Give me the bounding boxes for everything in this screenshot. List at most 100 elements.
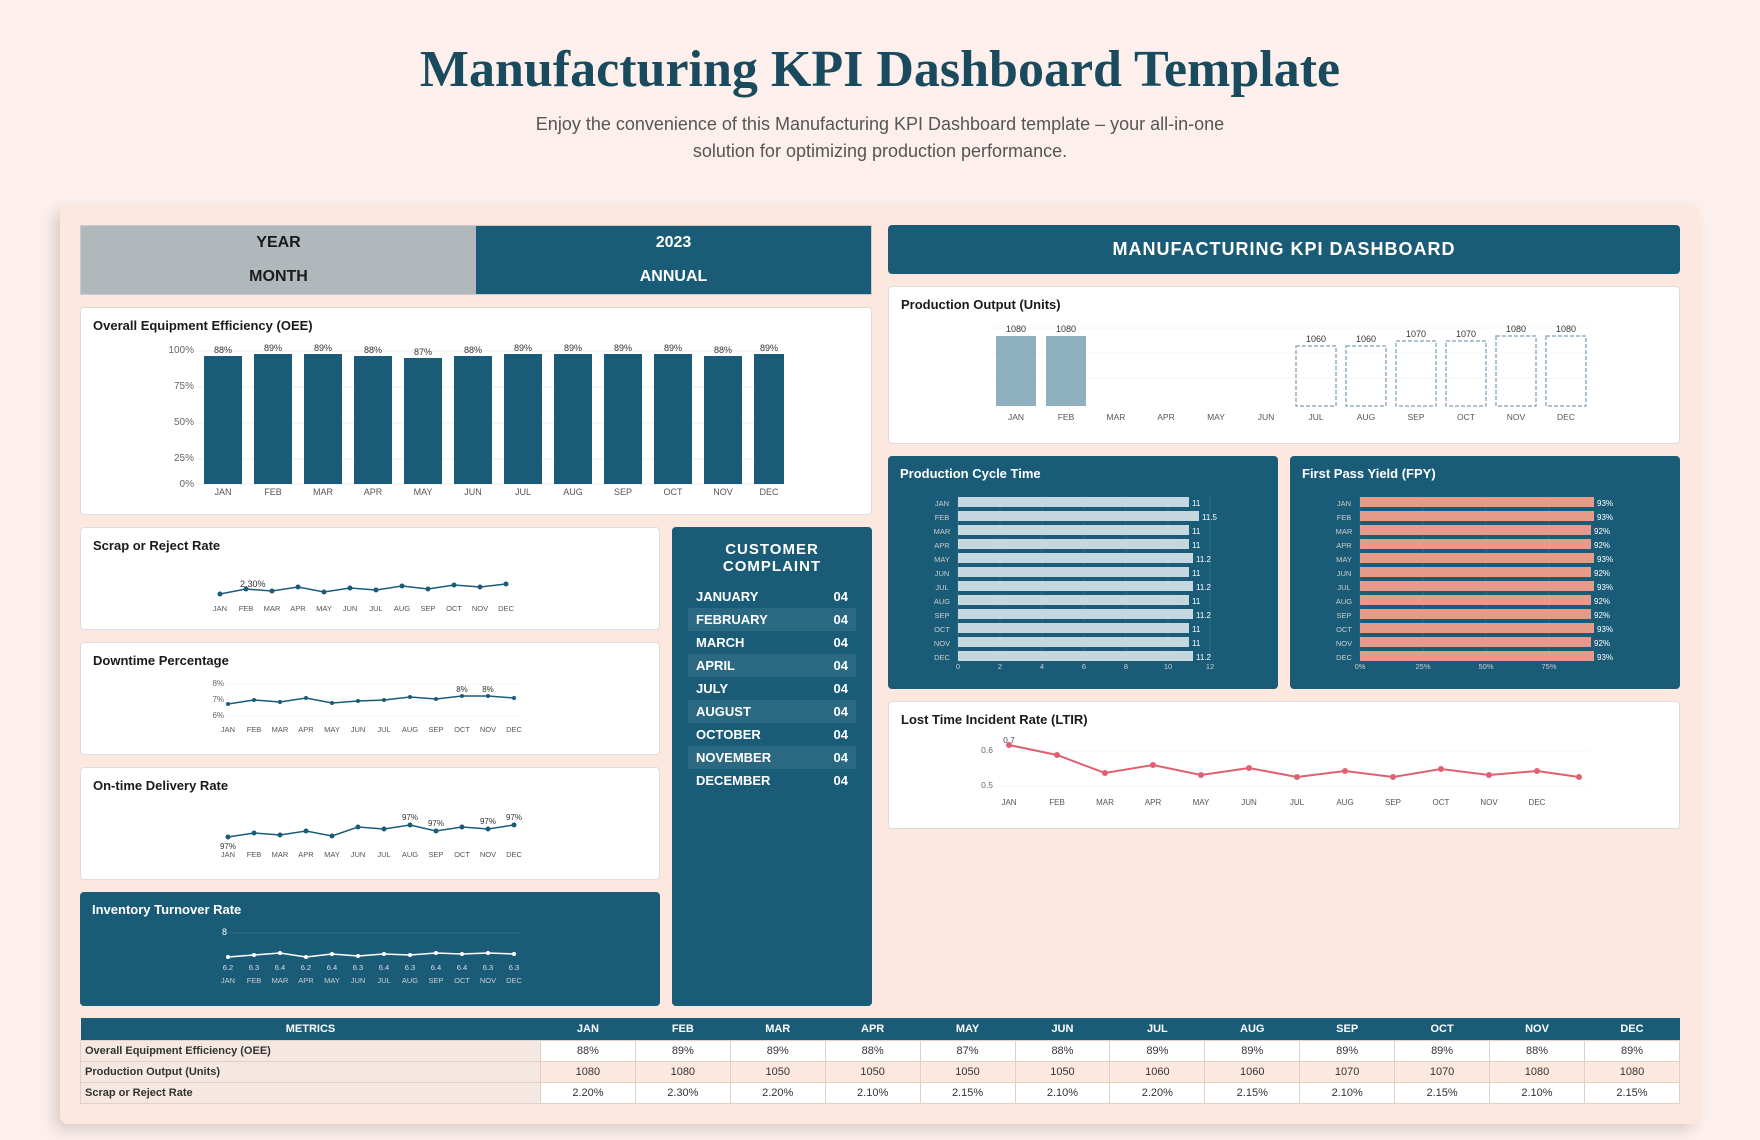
- mid-left-charts: Scrap or Reject Rate 2.30%: [80, 527, 660, 1006]
- mid-row: Scrap or Reject Rate 2.30%: [80, 527, 872, 1006]
- table-cell: 87%: [920, 1041, 1015, 1062]
- svg-text:6.3: 6.3: [353, 963, 363, 972]
- svg-text:APR: APR: [290, 604, 306, 613]
- svg-text:NOV: NOV: [480, 976, 496, 985]
- svg-text:8%: 8%: [212, 679, 224, 688]
- svg-text:8: 8: [222, 927, 227, 937]
- svg-text:1060: 1060: [1306, 334, 1326, 344]
- oee-title: Overall Equipment Efficiency (OEE): [93, 318, 859, 333]
- right-column: MANUFACTURING KPI DASHBOARD Production O…: [888, 225, 1680, 1006]
- table-cell: 1080: [635, 1062, 730, 1083]
- svg-text:SEP: SEP: [1336, 611, 1351, 620]
- svg-text:MAY: MAY: [324, 725, 340, 734]
- complaint-month: JULY: [688, 677, 814, 700]
- svg-text:88%: 88%: [214, 345, 232, 355]
- svg-text:AUG: AUG: [394, 604, 410, 613]
- svg-text:JAN: JAN: [213, 604, 227, 613]
- svg-text:APR: APR: [1145, 798, 1162, 807]
- svg-text:NOV: NOV: [1480, 798, 1498, 807]
- svg-text:DEC: DEC: [1529, 798, 1546, 807]
- svg-text:25%: 25%: [1415, 662, 1430, 671]
- svg-text:1080: 1080: [1506, 324, 1526, 334]
- svg-text:JUL: JUL: [377, 850, 390, 859]
- col-oct: OCT: [1395, 1018, 1490, 1041]
- cycle-time-title: Production Cycle Time: [900, 466, 1266, 481]
- svg-text:MAY: MAY: [1207, 412, 1225, 422]
- svg-text:JUL: JUL: [1308, 412, 1323, 422]
- svg-text:MAY: MAY: [316, 604, 332, 613]
- svg-text:6.4: 6.4: [275, 963, 285, 972]
- svg-text:89%: 89%: [264, 343, 282, 353]
- svg-text:JUL: JUL: [377, 976, 390, 985]
- svg-text:89%: 89%: [564, 343, 582, 353]
- col-apr: APR: [825, 1018, 920, 1041]
- svg-text:SEP: SEP: [420, 604, 435, 613]
- svg-text:JUN: JUN: [351, 976, 366, 985]
- svg-text:FEB: FEB: [239, 604, 254, 613]
- table-cell: 89%: [635, 1041, 730, 1062]
- svg-text:11.2: 11.2: [1196, 653, 1212, 662]
- svg-text:11: 11: [1192, 527, 1201, 536]
- table-cell: 2.15%: [1584, 1083, 1679, 1104]
- svg-text:8%: 8%: [482, 685, 494, 694]
- svg-text:75%: 75%: [1541, 662, 1556, 671]
- svg-text:87%: 87%: [414, 347, 432, 357]
- svg-text:OCT: OCT: [1457, 412, 1475, 422]
- fpy-title: First Pass Yield (FPY): [1302, 466, 1668, 481]
- bottom-table: METRICS JAN FEB MAR APR MAY JUN JUL AUG …: [80, 1018, 1680, 1104]
- svg-text:APR: APR: [364, 487, 383, 497]
- table-row: Production Output (Units) 1080 1080 1050…: [81, 1062, 1680, 1083]
- col-feb: FEB: [635, 1018, 730, 1041]
- svg-text:JAN: JAN: [221, 976, 235, 985]
- svg-text:89%: 89%: [314, 343, 332, 353]
- production-output-box: Production Output (Units) 1080 1080: [888, 286, 1680, 444]
- svg-text:88%: 88%: [464, 345, 482, 355]
- cycle-time-chart-box: Production Cycle Time 0 2 4 6 8 10 12: [888, 456, 1278, 689]
- complaint-value: 04: [814, 677, 856, 700]
- svg-text:4: 4: [1040, 662, 1044, 671]
- svg-text:6%: 6%: [212, 711, 224, 720]
- complaint-table: JANUARY 04 FEBRUARY 04 MARCH 04 APRIL: [688, 585, 856, 792]
- svg-text:93%: 93%: [1597, 625, 1613, 634]
- svg-text:JAN: JAN: [1008, 412, 1024, 422]
- delivery-chart: 97% 97% 97% 97% 97% JAN FEB MAR APR MAY …: [93, 799, 647, 864]
- svg-text:FEB: FEB: [247, 976, 262, 985]
- svg-text:NOV: NOV: [480, 850, 496, 859]
- svg-text:12: 12: [1206, 662, 1214, 671]
- svg-text:DEC: DEC: [1557, 412, 1575, 422]
- month-value: ANNUAL: [476, 260, 871, 294]
- svg-text:93%: 93%: [1597, 513, 1613, 522]
- table-cell: 2.10%: [1490, 1083, 1585, 1104]
- svg-text:97%: 97%: [480, 817, 496, 826]
- svg-text:SEP: SEP: [428, 725, 443, 734]
- table-cell: 1050: [825, 1062, 920, 1083]
- table-cell: 1060: [1205, 1062, 1300, 1083]
- svg-text:6.3: 6.3: [483, 963, 493, 972]
- svg-text:11: 11: [1192, 625, 1201, 634]
- metric-name: Scrap or Reject Rate: [81, 1083, 541, 1104]
- svg-text:6.4: 6.4: [457, 963, 467, 972]
- svg-text:MAR: MAR: [272, 725, 289, 734]
- svg-text:25%: 25%: [174, 453, 194, 464]
- svg-text:100%: 100%: [168, 345, 194, 356]
- svg-text:JUN: JUN: [351, 850, 366, 859]
- table-cell: 88%: [1015, 1041, 1110, 1062]
- table-cell: 2.15%: [1395, 1083, 1490, 1104]
- table-cell: 89%: [1395, 1041, 1490, 1062]
- table-cell: 1080: [1584, 1062, 1679, 1083]
- svg-text:1070: 1070: [1456, 329, 1476, 339]
- svg-text:AUG: AUG: [934, 597, 950, 606]
- page-subtitle: Enjoy the convenience of this Manufactur…: [530, 111, 1230, 165]
- svg-text:APR: APR: [298, 725, 314, 734]
- oee-chart: 100% 75% 50% 25% 0% 88% JAN: [93, 339, 859, 499]
- customer-complaint-box: CUSTOMER COMPLAINT JANUARY 04 FEBRUARY 0…: [672, 527, 872, 1006]
- svg-text:89%: 89%: [514, 343, 532, 353]
- complaint-value: 04: [814, 654, 856, 677]
- svg-text:MAY: MAY: [324, 850, 340, 859]
- table-header-row: METRICS JAN FEB MAR APR MAY JUN JUL AUG …: [81, 1018, 1680, 1041]
- complaint-row: JULY 04: [688, 677, 856, 700]
- svg-text:1060: 1060: [1356, 334, 1376, 344]
- bottom-table-container: METRICS JAN FEB MAR APR MAY JUN JUL AUG …: [80, 1018, 1680, 1104]
- svg-text:OCT: OCT: [454, 725, 470, 734]
- col-may: MAY: [920, 1018, 1015, 1041]
